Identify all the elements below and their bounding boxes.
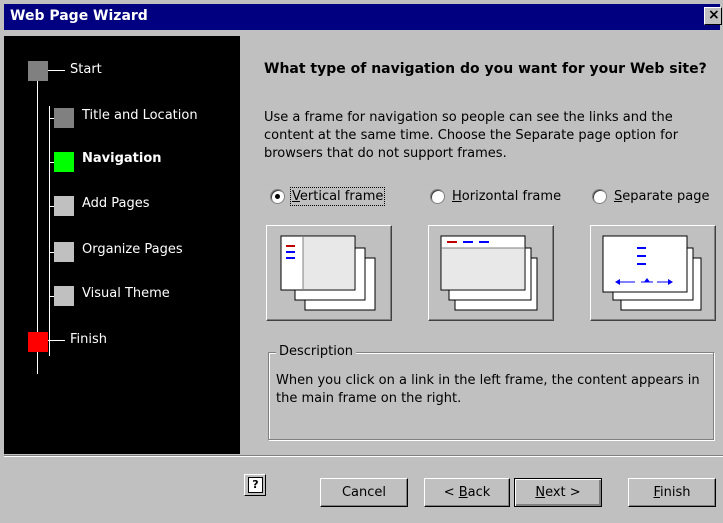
button-separator bbox=[4, 455, 723, 457]
horizontal-frame-preview-button[interactable] bbox=[428, 225, 554, 321]
radio-separate-page-label[interactable]: Separate page bbox=[614, 189, 710, 204]
step-start-marker bbox=[28, 61, 48, 81]
radio-separate-page-circle[interactable] bbox=[592, 189, 607, 204]
help-button[interactable]: ? bbox=[244, 474, 266, 496]
finish-button[interactable]: Finish bbox=[628, 478, 716, 507]
step-organize-pages-marker bbox=[54, 242, 74, 262]
step-organize-pages[interactable]: Organize Pages bbox=[82, 242, 183, 257]
window-title: Web Page Wizard bbox=[10, 8, 148, 24]
step-visual-theme[interactable]: Visual Theme bbox=[82, 286, 170, 301]
step-title-location[interactable]: Title and Location bbox=[82, 108, 198, 123]
step-finish[interactable]: Finish bbox=[70, 332, 107, 347]
wizard-content: What type of navigation do you want for … bbox=[242, 36, 723, 454]
radio-horizontal-frame[interactable]: Horizontal frame bbox=[430, 189, 561, 204]
radio-vertical-frame[interactable]: Vertical frame bbox=[270, 187, 386, 206]
title-bar: Web Page Wizard × bbox=[4, 4, 722, 30]
page-title: What type of navigation do you want for … bbox=[264, 61, 707, 77]
separate-page-preview-button[interactable] bbox=[590, 225, 716, 321]
description-text: When you click on a link in the left fra… bbox=[276, 373, 700, 406]
radio-vertical-frame-label[interactable]: Vertical frame bbox=[289, 187, 386, 206]
step-add-pages[interactable]: Add Pages bbox=[82, 196, 150, 211]
step-title-location-marker bbox=[54, 108, 74, 128]
close-button[interactable]: × bbox=[704, 7, 722, 25]
step-navigation[interactable]: Navigation bbox=[82, 151, 162, 166]
back-button[interactable]: < Back bbox=[424, 478, 510, 507]
help-icon: ? bbox=[248, 477, 263, 493]
step-navigation-marker bbox=[54, 152, 74, 172]
cancel-button[interactable]: Cancel bbox=[320, 478, 408, 507]
step-finish-marker bbox=[28, 332, 48, 352]
step-add-pages-marker bbox=[54, 196, 74, 216]
intro-text: Use a frame for navigation so people can… bbox=[264, 110, 679, 161]
step-start[interactable]: Start bbox=[70, 62, 102, 77]
radio-vertical-frame-circle[interactable] bbox=[270, 189, 285, 204]
radio-horizontal-frame-label[interactable]: Horizontal frame bbox=[452, 189, 561, 204]
radio-separate-page[interactable]: Separate page bbox=[592, 189, 710, 204]
wizard-steps-panel: Start Title and Location Navigation Add … bbox=[4, 36, 240, 454]
vertical-frame-preview-button[interactable] bbox=[266, 225, 392, 321]
description-legend: Description bbox=[276, 344, 357, 359]
next-button[interactable]: Next > bbox=[514, 478, 602, 507]
radio-horizontal-frame-circle[interactable] bbox=[430, 189, 445, 204]
vertical-frame-preview-icon bbox=[280, 235, 376, 311]
close-icon: × bbox=[708, 7, 720, 23]
horizontal-frame-preview-icon bbox=[440, 235, 538, 311]
wizard-window: Web Page Wizard × Start Title and Locati… bbox=[0, 0, 723, 523]
step-visual-theme-marker bbox=[54, 286, 74, 306]
steps-connector-line bbox=[37, 70, 38, 374]
separate-page-preview-icon bbox=[602, 235, 702, 311]
